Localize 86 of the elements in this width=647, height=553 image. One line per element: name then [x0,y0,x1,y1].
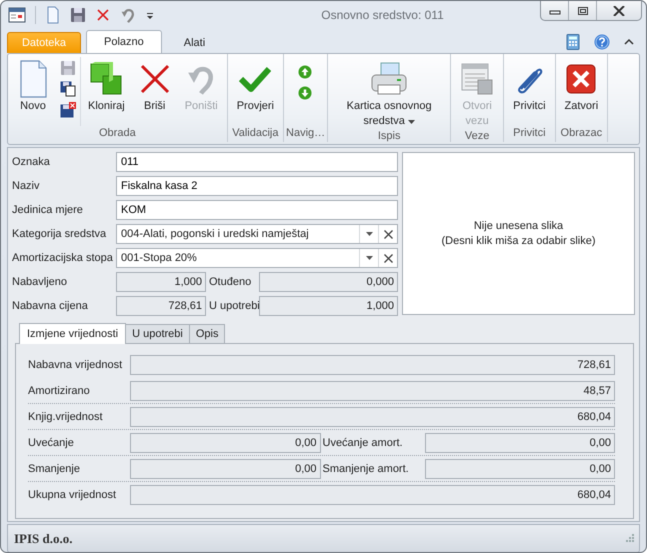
field-label: Kategorija sredstva [11,228,108,240]
save-icon[interactable] [70,7,86,23]
save-delete-icon [60,102,76,118]
field-label: Jedinica mjere [11,204,84,216]
field-label: Nabavna vrijednost [28,358,124,370]
window-title: Osnovno sredstvo: 011 [320,7,445,24]
tab[interactable]: Opis [188,324,226,343]
lookup-field[interactable]: 004-Alati, pogonski i uredski namještaj [116,224,398,244]
previous-button[interactable] [296,64,314,80]
clear-icon [384,230,392,238]
text-field[interactable]: KOM [116,200,398,220]
resize-grip-icon[interactable] [626,534,635,543]
field-label: Uvećanje [28,437,75,449]
restore-icon [576,6,588,16]
cubes-icon [88,61,124,97]
field-label: Smanjenje [28,463,81,475]
help-icon[interactable] [594,34,610,50]
delete-icon[interactable] [95,7,111,23]
tab[interactable]: Izmjene vrijednosti [19,323,126,344]
field-label: Nabavna cijena [11,300,89,312]
readonly-field: 680,04 [130,407,615,427]
status-text: IPIS d.o.o. [14,530,73,546]
delete-icon [138,63,171,95]
readonly-field: 0,000 [259,272,398,292]
field-label: Oznaka [11,156,51,168]
ribbon-button[interactable]: Zatvori [558,57,606,126]
field-label: Uvećanje amort. [322,437,404,449]
group-label: Ispis [376,129,402,143]
dropdown-icon [366,232,372,236]
window-icon[interactable] [8,7,26,23]
field-label: Smanjenje amort. [322,463,410,475]
field-label: U upotrebi [208,300,259,312]
group-label: Obrazac [560,126,604,141]
checkmark-icon [239,65,272,93]
field-label: Amortizacijska stopa [11,252,114,264]
text-field[interactable]: Fiskalna kasa 2 [116,176,398,196]
readonly-field: 1,000 [116,272,206,292]
readonly-field: 728,61 [116,296,206,316]
readonly-field: 680,04 [130,485,615,505]
undo-icon[interactable] [120,7,136,23]
printer-icon [369,61,410,97]
readonly-field: 0,00 [130,459,320,479]
image-message: Nije unesena slika [474,218,564,234]
readonly-field: 0,00 [130,433,320,453]
save-close-button[interactable] [58,100,78,118]
field-label: Amortizirano [28,384,91,396]
close-icon [613,6,625,16]
readonly-field: 728,61 [130,354,615,374]
group-label: Obrada [98,126,137,141]
readonly-field: 0,00 [424,459,615,479]
ribbon-tab[interactable]: Polazno [86,30,162,53]
readonly-field: 1,000 [259,296,398,316]
save-copy-icon [60,80,76,96]
readonly-field: 48,57 [130,380,615,400]
tab[interactable]: U upotrebi [125,324,190,343]
table-window-icon [460,62,494,96]
group-label: Veze [464,129,490,143]
new-document-icon[interactable] [45,6,61,24]
lookup-field[interactable]: 001-Stopa 20% [116,248,398,268]
ribbon-button[interactable]: Provjeri [230,57,282,126]
ribbon-button[interactable]: Privitci [506,57,553,126]
close-icon [565,63,598,95]
group-label: Privitci [512,126,547,141]
image-panel[interactable]: Nije unesena slika (Desni klik miša za odabir slike) [402,152,635,315]
ribbon-button[interactable]: Briši [132,57,178,126]
field-label: Naziv [11,180,41,192]
group-label: Navig… [286,126,326,141]
ribbon-button[interactable]: Kartica osnovnog sredstva [330,57,448,129]
ribbon-button[interactable]: Novo [10,57,56,126]
calculator-icon[interactable] [566,34,580,50]
dropdown-icon [366,256,372,260]
clear-icon [384,254,392,262]
field-label: Ukupna vrijednost [28,489,118,501]
text-field[interactable]: 011 [116,152,398,172]
ribbon-button[interactable]: Kloniraj [81,57,132,126]
field-label: Nabavljeno [11,276,68,288]
ribbon-tab[interactable]: Alati [166,32,224,53]
field-label: Otuđeno [208,276,252,288]
save-icon [60,60,76,76]
collapse-icon[interactable] [624,38,634,46]
field-label: Knjig.vrijednost [28,411,104,423]
image-hint: (Desni klik miša za odabir slike) [441,234,596,248]
group-label: Validacija [231,126,280,141]
readonly-field: 0,00 [424,433,615,453]
next-button[interactable] [296,85,314,102]
save-copy-button[interactable] [58,80,78,98]
